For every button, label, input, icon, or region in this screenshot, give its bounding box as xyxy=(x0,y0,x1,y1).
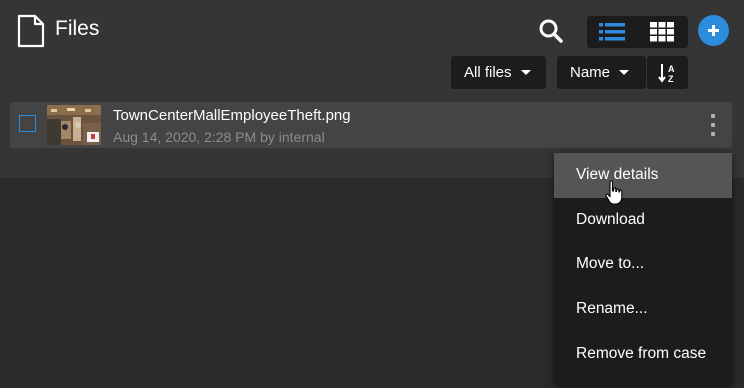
view-toggle xyxy=(587,16,688,48)
file-name-link[interactable]: TownCenterMallEmployeeTheft.png xyxy=(113,107,351,124)
file-row[interactable]: TownCenterMallEmployeeTheft.png Aug 14, … xyxy=(10,102,732,148)
sort-dropdown-label: Name xyxy=(570,64,611,81)
file-context-menu: View details Download Move to... Rename.… xyxy=(554,153,732,385)
sort-dropdown[interactable]: Name xyxy=(557,56,646,89)
filter-dropdown[interactable]: All files xyxy=(451,56,546,89)
list-view-button[interactable] xyxy=(587,16,637,48)
file-icon xyxy=(17,14,45,48)
menu-item-view-details[interactable]: View details xyxy=(554,153,732,198)
filter-dropdown-label: All files xyxy=(464,64,512,81)
page-title: Files xyxy=(55,17,100,40)
sort-alpha-down-icon: A Z xyxy=(657,63,675,84)
svg-text:Z: Z xyxy=(668,74,674,84)
file-checkbox[interactable] xyxy=(19,115,36,132)
grid-view-icon xyxy=(650,22,674,42)
menu-item-remove-from-case[interactable]: Remove from case xyxy=(554,331,732,376)
file-meta: Aug 14, 2020, 2:28 PM by internal xyxy=(113,129,325,145)
grid-view-button[interactable] xyxy=(637,16,687,48)
svg-text:A: A xyxy=(668,64,675,74)
add-file-button[interactable] xyxy=(698,15,729,46)
caret-down-icon xyxy=(520,70,531,75)
more-options-icon[interactable] xyxy=(707,114,719,136)
menu-item-rename[interactable]: Rename... xyxy=(554,287,732,332)
search-icon[interactable] xyxy=(537,17,565,45)
caret-down-icon xyxy=(619,70,630,75)
menu-item-download[interactable]: Download xyxy=(554,198,732,243)
sort-direction-button[interactable]: A Z xyxy=(647,56,688,89)
list-view-icon xyxy=(599,23,625,41)
menu-item-move-to[interactable]: Move to... xyxy=(554,242,732,287)
plus-icon xyxy=(708,25,719,36)
files-panel: Files All files Name A Z TownCenterMallE… xyxy=(0,0,744,178)
file-thumbnail xyxy=(47,105,101,145)
